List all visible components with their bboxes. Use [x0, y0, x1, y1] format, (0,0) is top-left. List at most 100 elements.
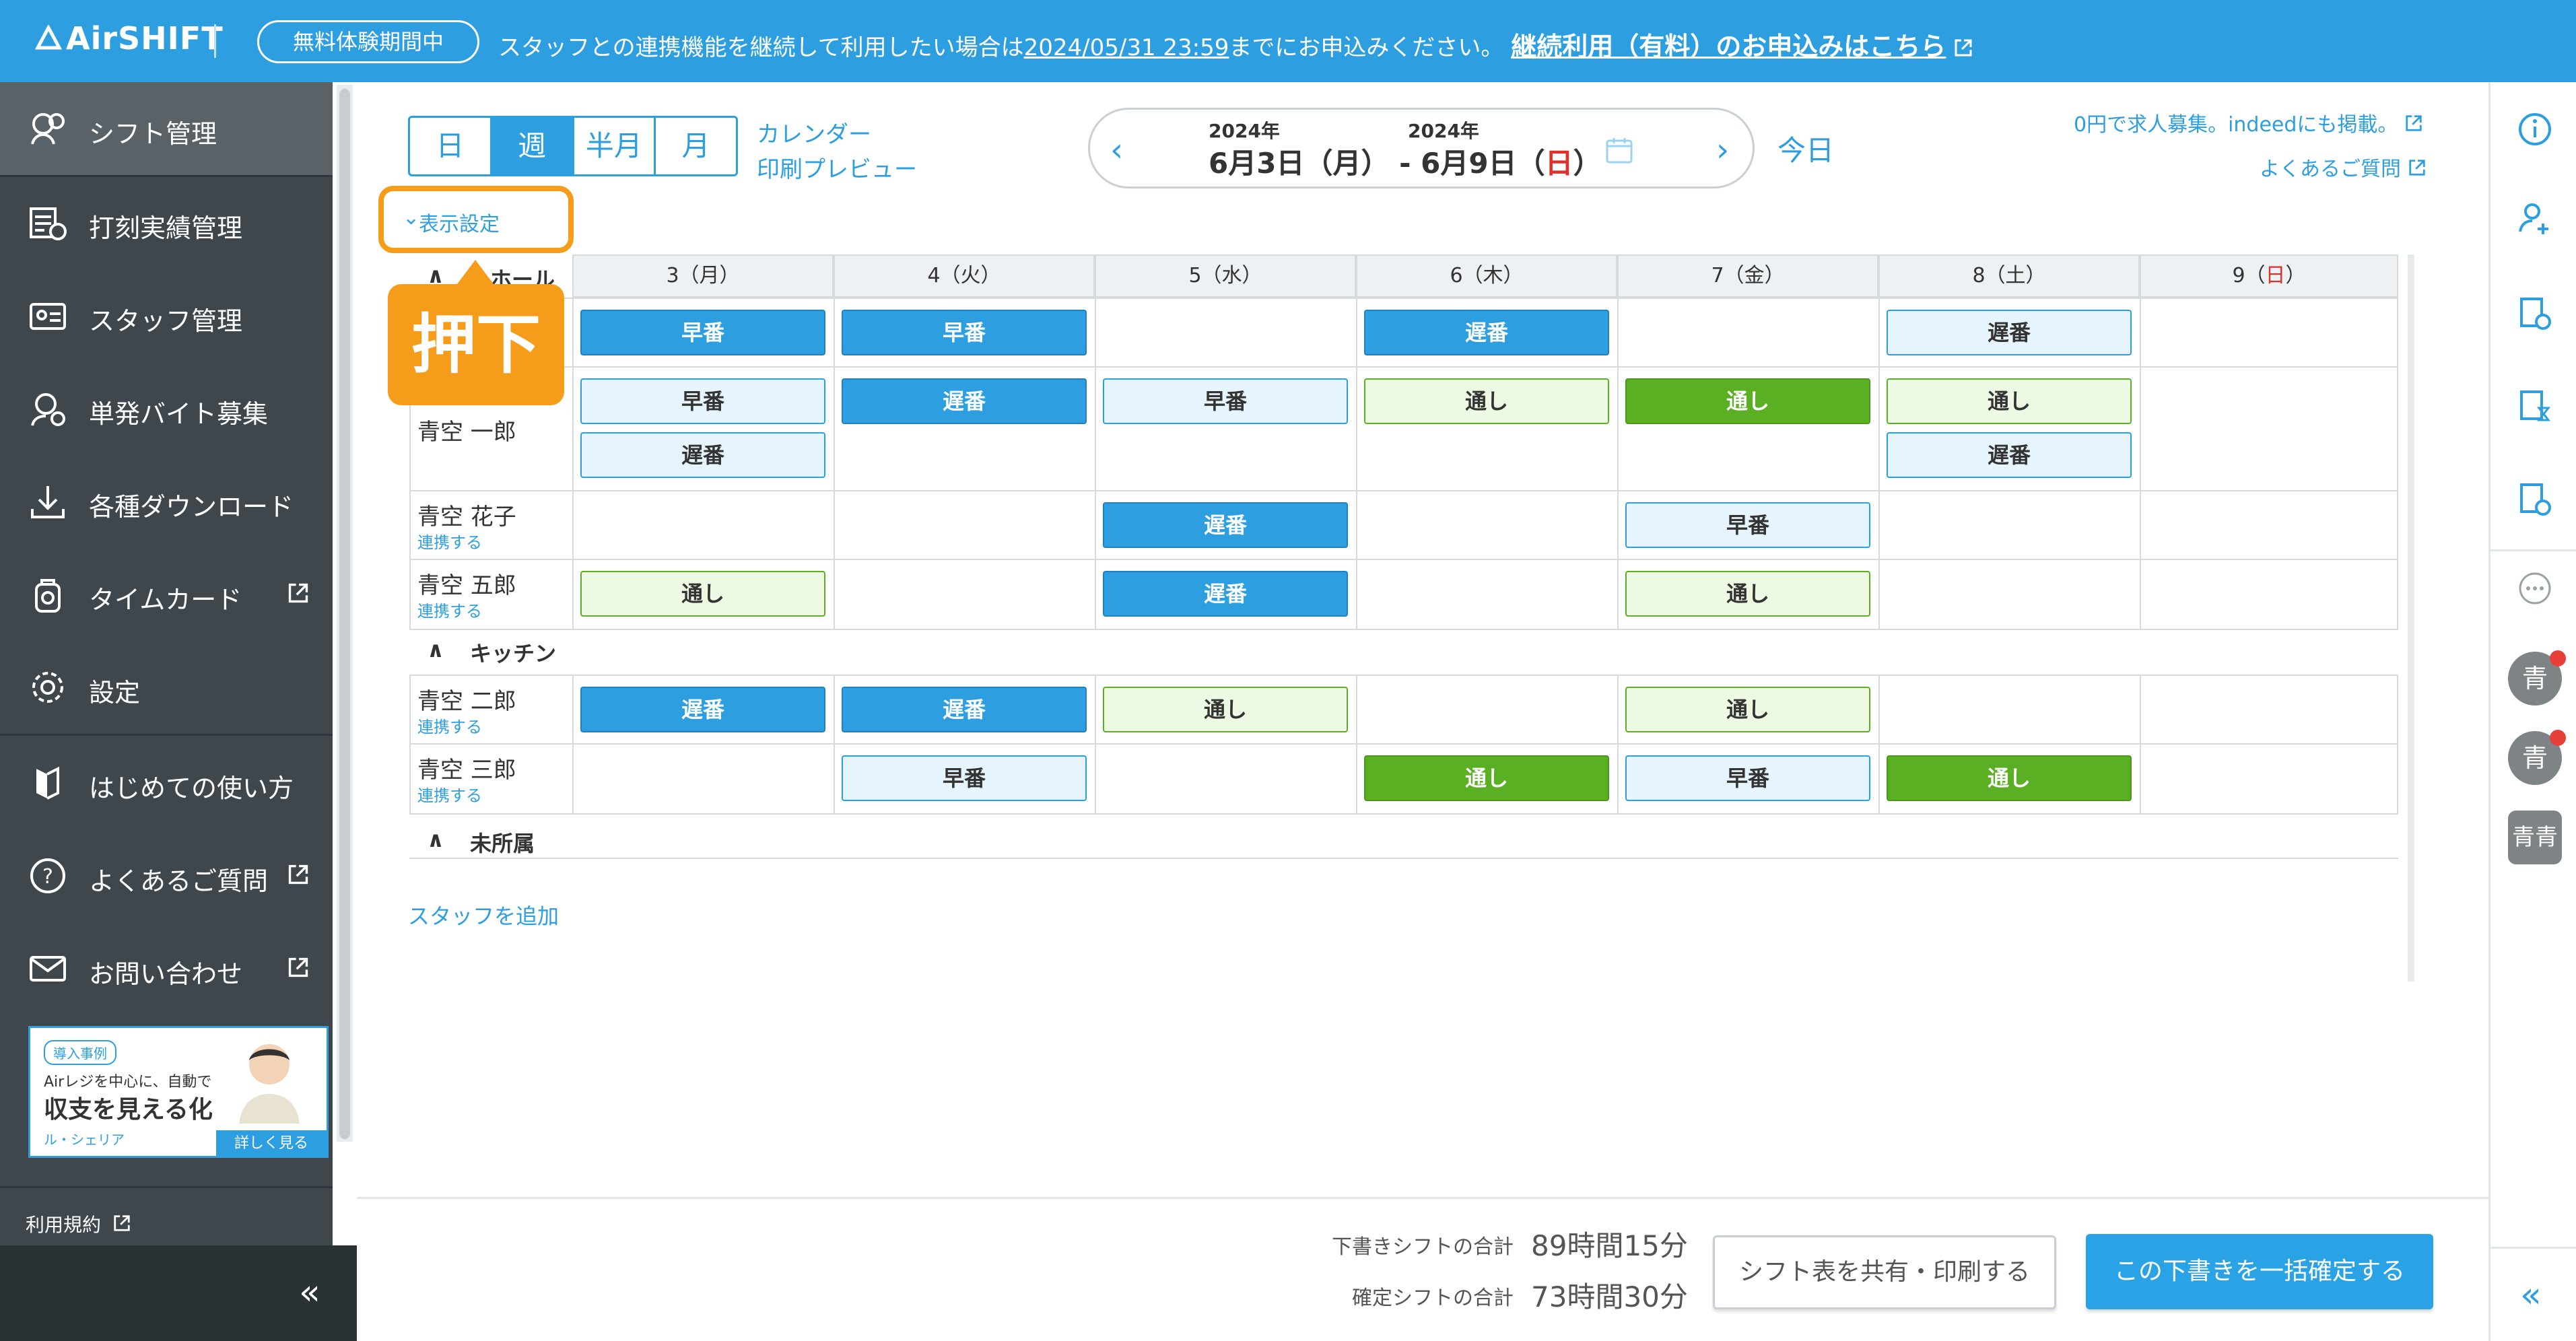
- shift-block[interactable]: 遅番: [842, 687, 1087, 732]
- shift-block[interactable]: 早番: [842, 310, 1087, 355]
- terms-link[interactable]: 利用規約: [26, 1210, 131, 1237]
- external-link-icon: [287, 956, 310, 979]
- link-staff-button[interactable]: 連携する: [417, 529, 482, 553]
- row-divider: [409, 675, 2398, 676]
- shift-block[interactable]: 早番: [1625, 502, 1870, 548]
- group-label: 未所属: [470, 831, 535, 856]
- group-header-kitchen[interactable]: ∧ キッチン: [409, 629, 2398, 672]
- display-settings-toggle[interactable]: ⌄ 表示設定: [378, 186, 574, 253]
- calendar-link[interactable]: カレンダー: [757, 116, 871, 149]
- group-header-unassigned[interactable]: ∧ 未所属: [409, 819, 2398, 862]
- document-user-icon[interactable]: [2516, 481, 2554, 518]
- staff-name: 青空 三郎: [417, 757, 516, 784]
- shift-block[interactable]: 通し: [1103, 687, 1348, 732]
- sidebar-item-label: はじめての使い方: [89, 773, 294, 803]
- shift-block[interactable]: 通し: [1887, 755, 2132, 801]
- shift-block[interactable]: 通し: [1625, 687, 1870, 732]
- col-divider: [1617, 675, 1619, 813]
- callout-pointer: [455, 260, 496, 287]
- document-hourglass-icon[interactable]: [2516, 388, 2554, 425]
- rail-collapse-button[interactable]: «: [2520, 1275, 2542, 1315]
- info-icon[interactable]: [2516, 110, 2554, 148]
- col-divider: [2397, 675, 2398, 813]
- shift-block[interactable]: 遅番: [1364, 310, 1609, 355]
- group-header-hall[interactable]: ∧ ホール: [409, 254, 2398, 298]
- sidebar-item-clock-record[interactable]: 打刻実績管理: [0, 176, 333, 269]
- app-logo[interactable]: AirSHIFT: [34, 20, 224, 57]
- faq-link[interactable]: よくあるご質問: [2260, 152, 2427, 182]
- sidebar-item-faq[interactable]: ? よくあるご質問: [0, 829, 333, 922]
- shift-grid: 3（月） 4（火） 5（水） 6（木） 7（金） 8（土） 9（日） ∧ ホール…: [409, 254, 2398, 815]
- view-week-button[interactable]: 週: [492, 118, 574, 174]
- sidebar-item-contact[interactable]: お問い合わせ: [0, 922, 333, 1015]
- sidebar-item-download[interactable]: 各種ダウンロード: [0, 455, 333, 548]
- link-staff-button[interactable]: 連携する: [417, 598, 482, 621]
- document-check-icon[interactable]: [2516, 295, 2554, 333]
- col-divider: [1095, 675, 1096, 813]
- shift-block[interactable]: 遅番: [580, 687, 825, 732]
- prev-week-button[interactable]: ‹: [1110, 131, 1123, 169]
- link-staff-button[interactable]: 連携する: [417, 782, 482, 806]
- sidebar-collapse-button[interactable]: «: [0, 1245, 357, 1341]
- sidebar-item-label: スタッフ管理: [89, 306, 243, 336]
- faq-link-label: よくあるご質問: [2260, 158, 2401, 181]
- sidebar-item-timecard[interactable]: タイムカード: [0, 548, 333, 641]
- shift-block[interactable]: 通し: [1625, 571, 1870, 617]
- shift-block[interactable]: 早番: [580, 378, 825, 424]
- shift-block[interactable]: 遅番: [1887, 432, 2132, 478]
- shift-block[interactable]: 通し: [1364, 755, 1609, 801]
- col-divider: [2140, 675, 2141, 813]
- grid-scrollbar[interactable]: [2408, 254, 2414, 982]
- promo-more-button[interactable]: 詳しく見る: [216, 1130, 327, 1157]
- shift-block[interactable]: 早番: [1625, 755, 1870, 801]
- add-staff-link[interactable]: スタッフを追加: [408, 899, 559, 930]
- promo-banner[interactable]: 導入事例 Airレジを中心に、自動で 収支を見える化 ル・シェリア 詳しく見る: [28, 1026, 329, 1158]
- shift-block[interactable]: 遅番: [842, 378, 1087, 424]
- col-divider: [1878, 675, 1880, 813]
- shift-block[interactable]: 早番: [842, 755, 1087, 801]
- confirm-all-button[interactable]: この下書きを一括確定する: [2086, 1234, 2433, 1309]
- shift-block[interactable]: 通し: [1625, 378, 1870, 424]
- today-button[interactable]: 今日: [1777, 128, 1834, 169]
- shift-block[interactable]: 早番: [580, 310, 825, 355]
- sidebar-item-settings[interactable]: 設定: [0, 641, 333, 734]
- shift-block[interactable]: 通し: [1364, 378, 1609, 424]
- shift-block[interactable]: 遅番: [580, 432, 825, 478]
- confirmed-total-label: 確定シフトの合計: [1352, 1286, 1514, 1310]
- add-user-icon[interactable]: [2516, 199, 2554, 237]
- col-divider: [2397, 298, 2398, 629]
- col-divider: [2140, 298, 2141, 629]
- calendar-icon[interactable]: [1603, 134, 1635, 166]
- shift-block[interactable]: 通し: [580, 571, 825, 617]
- external-link-icon: [287, 863, 310, 886]
- next-week-button[interactable]: ›: [1716, 131, 1729, 169]
- shift-block[interactable]: 早番: [1103, 378, 1348, 424]
- sidebar-scrollbar-thumb[interactable]: [339, 89, 350, 1139]
- shift-block[interactable]: 遅番: [1887, 310, 2132, 355]
- external-link-icon: [2404, 114, 2423, 133]
- view-halfmonth-button[interactable]: 半月: [574, 118, 656, 174]
- sidebar-item-staff[interactable]: スタッフ管理: [0, 269, 333, 362]
- continue-usage-link[interactable]: 継続利用（有料）のお申込みはこちら: [1511, 32, 1946, 61]
- print-preview-link[interactable]: 印刷プレビュー: [757, 151, 917, 184]
- external-link-icon: [2408, 158, 2427, 177]
- confirmed-total-value: 73時間30分: [1531, 1280, 1688, 1313]
- shift-block[interactable]: 遅番: [1103, 571, 1348, 617]
- banner-message-pre: スタッフとの連携機能を継続して利用したい場合は: [498, 34, 1024, 61]
- recruit-link[interactable]: 0円で求人募集。indeedにも掲載。: [2074, 108, 2423, 137]
- shift-block[interactable]: 遅番: [1103, 502, 1348, 548]
- sidebar-item-recruit[interactable]: 単発バイト募集: [0, 362, 333, 455]
- view-day-button[interactable]: 日: [410, 118, 492, 174]
- sidebar-item-label: シフト管理: [89, 119, 217, 149]
- staff-group-avatar[interactable]: 青青: [2508, 811, 2562, 864]
- sidebar-item-shift[interactable]: シフト管理: [0, 82, 333, 175]
- shift-icon: [28, 109, 67, 148]
- terms-label: 利用規約: [26, 1214, 102, 1236]
- sidebar-item-guide[interactable]: はじめての使い方: [0, 736, 333, 829]
- chat-icon[interactable]: [2516, 571, 2554, 609]
- link-staff-button[interactable]: 連携する: [417, 714, 482, 737]
- share-print-button[interactable]: シフト表を共有・印刷する: [1713, 1235, 2056, 1309]
- view-month-button[interactable]: 月: [656, 118, 736, 174]
- col-divider: [1617, 298, 1619, 629]
- shift-block[interactable]: 通し: [1887, 378, 2132, 424]
